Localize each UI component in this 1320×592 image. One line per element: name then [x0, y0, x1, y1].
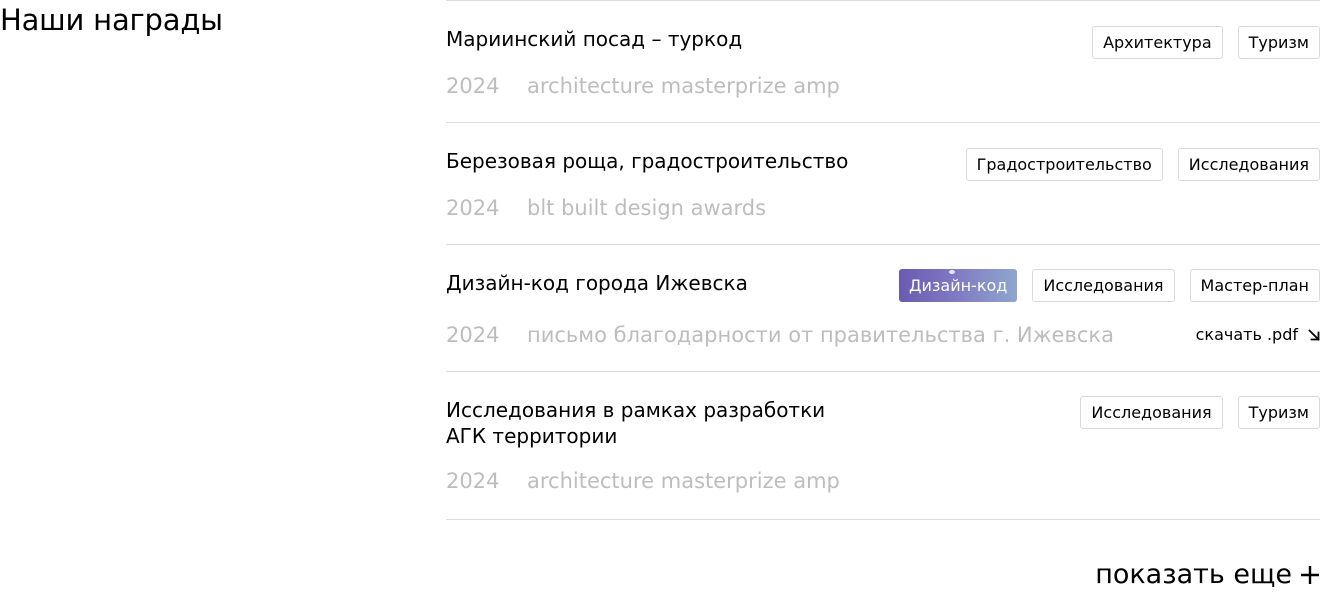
tag-research[interactable]: Исследования [1032, 269, 1175, 302]
award-year: 2024 [446, 469, 500, 493]
tag-tourism[interactable]: Туризм [1237, 396, 1320, 429]
tag-master-plan[interactable]: Мастер-план [1189, 269, 1320, 302]
download-pdf-link[interactable]: скачать .pdf [1196, 325, 1320, 344]
award-row: Исследования в рамках разработки АГК тер… [446, 372, 1320, 520]
spark-decoration [948, 270, 955, 274]
tag-design-code-active[interactable]: Дизайн-код [898, 269, 1018, 302]
award-row: Дизайн-код города Ижевска Дизайн-код Исс… [446, 245, 1320, 372]
award-meta: 2024 письмо благодарности от правительств… [446, 322, 1114, 348]
award-year: 2024 [446, 74, 500, 98]
award-name: blt built design awards [527, 196, 767, 220]
award-title[interactable]: Березовая роща, градостроительство [446, 148, 866, 174]
award-row: Мариинский посад – туркод Архитектура Ту… [446, 1, 1320, 123]
arrow-down-right-icon [1308, 328, 1320, 341]
tag-tourism[interactable]: Туризм [1237, 26, 1320, 59]
award-tags: Градостроительство Исследования [965, 148, 1320, 181]
tag-architecture[interactable]: Архитектура [1092, 26, 1223, 59]
show-more-label: показать еще [1095, 559, 1292, 590]
award-tags: Дизайн-код Исследования Мастер-план [898, 269, 1320, 302]
award-row: Березовая роща, градостроительство Градо… [446, 123, 1320, 245]
award-tags: Архитектура Туризм [1092, 26, 1320, 59]
tag-urban-planning[interactable]: Градостроительство [965, 148, 1163, 181]
download-pdf-label: скачать .pdf [1195, 325, 1298, 344]
award-year: 2024 [446, 323, 500, 347]
award-title[interactable]: Исследования в рамках разработки АГК тер… [446, 397, 866, 449]
award-meta: 2024 architecture masterprize amp [446, 468, 840, 494]
awards-list: Мариинский посад – туркод Архитектура Ту… [446, 0, 1320, 520]
show-more-button[interactable]: показать еще [1095, 558, 1320, 592]
award-year: 2024 [446, 196, 500, 220]
award-meta: 2024 blt built design awards [446, 195, 766, 221]
award-title[interactable]: Мариинский посад – туркод [446, 26, 866, 52]
award-name: письмо благодарности от правительства г.… [527, 323, 1114, 347]
tag-research[interactable]: Исследования [1177, 148, 1320, 181]
award-name: architecture masterprize amp [527, 469, 840, 493]
tag-research[interactable]: Исследования [1080, 396, 1223, 429]
tag-design-code-label: Дизайн-код [908, 276, 1008, 295]
award-name: architecture masterprize amp [527, 74, 840, 98]
award-title[interactable]: Дизайн-код города Ижевска [446, 270, 866, 296]
page-title: Наши награды [0, 3, 223, 37]
award-tags: Исследования Туризм [1080, 396, 1320, 429]
plus-icon [1301, 566, 1319, 584]
award-meta: 2024 architecture masterprize amp [446, 73, 840, 99]
